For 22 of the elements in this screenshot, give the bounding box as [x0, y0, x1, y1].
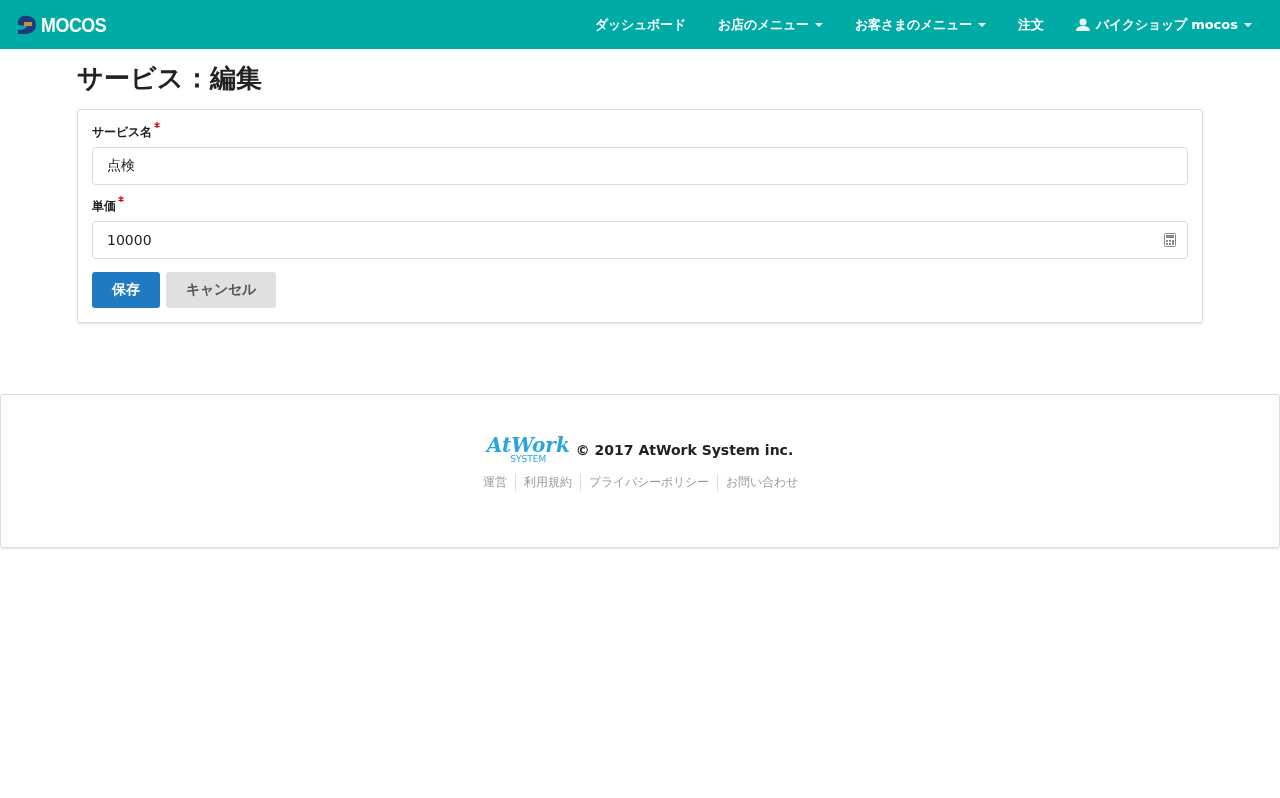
calculator-icon — [1164, 233, 1176, 247]
helmet-icon — [16, 14, 38, 35]
nav-link[interactable]: お客さまのメニュー — [838, 15, 1002, 34]
page-title: サービス：編集 — [77, 62, 263, 95]
save-button[interactable]: 保存 — [92, 272, 160, 308]
nav-link[interactable]: ダッシュボード — [578, 15, 702, 34]
input-field[interactable]: 10000 — [92, 221, 1188, 259]
nav-link[interactable]: 注文 — [1001, 15, 1060, 34]
user-icon — [1075, 18, 1090, 31]
footer-link[interactable]: プライバシーポリシー — [579, 474, 717, 491]
input-field[interactable]: 点検 — [92, 147, 1188, 185]
nav-link[interactable]: お店のメニュー — [701, 15, 839, 34]
nav-link[interactable]: バイクショップ mocos — [1059, 15, 1268, 34]
field-label: サービス名 — [92, 124, 152, 141]
company-logo: AtWork SYSTEM — [486, 435, 570, 464]
footer-link[interactable]: 運営 — [474, 474, 515, 491]
field-label: 単価 — [92, 198, 116, 215]
footer-link[interactable]: 利用規約 — [514, 474, 580, 491]
brand-logo[interactable]: MOCOS — [41, 12, 107, 37]
footer-link[interactable]: お問い合わせ — [716, 474, 806, 491]
cancel-button[interactable]: キャンセル — [166, 272, 276, 308]
copyright-text: © 2017 AtWork System inc. — [575, 441, 794, 458]
